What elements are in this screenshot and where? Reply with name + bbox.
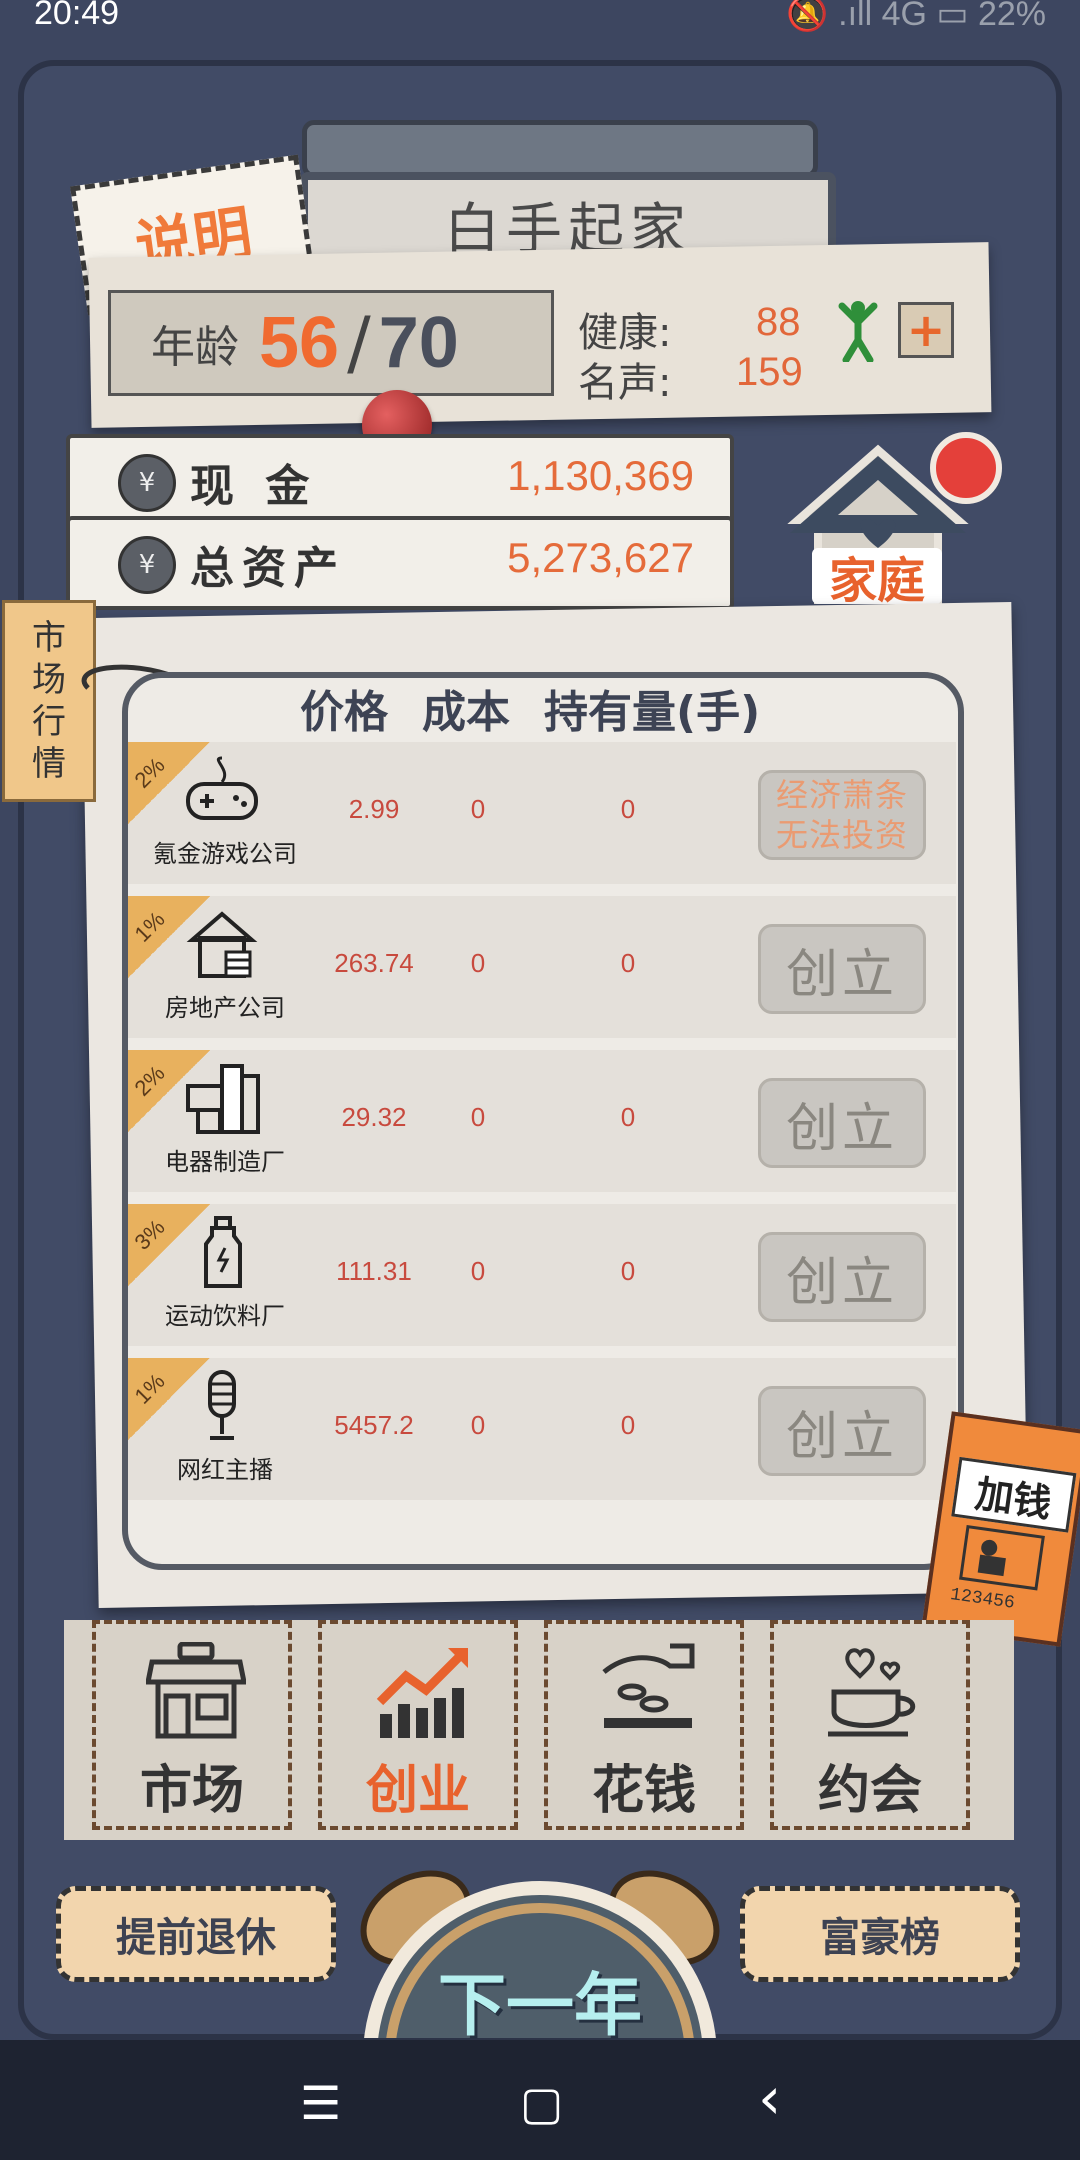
cost-value: 0: [470, 1256, 486, 1286]
age-value: 56: [259, 303, 340, 383]
ticket-number: 123456: [948, 1584, 1016, 1614]
header-price: 价格: [300, 687, 388, 738]
house-icon: [186, 911, 258, 978]
notification-dot: [930, 432, 1002, 504]
table-row: 1% 网红主播 5457.2 0 0 创立: [128, 1358, 956, 1500]
company-name: 电器制造厂: [165, 1148, 285, 1176]
fame-value: 159: [736, 350, 803, 394]
camera-icon: [959, 1524, 1045, 1591]
growth-chart-icon: [376, 1648, 468, 1738]
microphone-icon: [208, 1370, 236, 1440]
found-button[interactable]: 创立: [758, 1232, 926, 1322]
badge-text: 3%: [129, 1214, 170, 1255]
health-figure-icon: [838, 301, 878, 362]
age-max: 70: [378, 303, 459, 383]
price-value: 29.32: [341, 1102, 407, 1132]
table-header: 价格 成本 持有量(手): [300, 676, 820, 738]
tab-date[interactable]: 约会: [770, 1620, 970, 1830]
price-value: 111.31: [336, 1256, 412, 1286]
price-value: 263.74: [334, 948, 414, 978]
found-button[interactable]: 创立: [758, 924, 926, 1014]
title-hanger: [302, 120, 818, 178]
tab-spend-label: 花钱: [591, 1761, 696, 1821]
assets-label: 总资产: [190, 543, 346, 594]
cost-value: 0: [470, 1102, 486, 1132]
table-row: 3% 运动饮料厂 111.31 0 0 创立: [128, 1204, 956, 1346]
cost-value: 0: [470, 1410, 486, 1440]
badge-text: 2%: [129, 752, 170, 793]
status-time: 20:49: [34, 0, 120, 32]
disabled-line-1: 经济萧条: [775, 776, 908, 814]
add-money-label: 加钱: [951, 1456, 1077, 1533]
back-icon[interactable]: ‹: [758, 2064, 781, 2132]
holding-value: 0: [620, 1102, 636, 1132]
cash-value: 1,130,369: [507, 452, 694, 499]
gamepad-icon: [186, 756, 258, 820]
badge-text: 1%: [129, 906, 170, 947]
price-value: 5457.2: [334, 1410, 414, 1440]
status-icons: 🔕 .ıll 4G ▭ 22%: [786, 0, 1046, 33]
cost-value: 0: [470, 948, 486, 978]
company-name: 网红主播: [177, 1456, 273, 1484]
assets-card: ¥ 总资产 5,273,627: [66, 516, 734, 610]
appliance-icon: [186, 1064, 260, 1134]
company-name: 氪金游戏公司: [153, 840, 297, 868]
holding-value: 0: [620, 1410, 636, 1440]
found-button[interactable]: 创立: [758, 1078, 926, 1168]
table-row: 1% 房地产公司 263.74 0 0 创立: [128, 896, 956, 1038]
age-label: 年龄: [151, 322, 239, 373]
coin-icon: ¥: [118, 454, 176, 512]
invest-disabled-button[interactable]: 经济萧条 无法投资: [758, 770, 926, 860]
next-year-button[interactable]: 下一年: [410, 1950, 670, 2046]
rich-list-button[interactable]: 富豪榜: [740, 1886, 1020, 1982]
company-name: 运动饮料厂: [165, 1302, 285, 1330]
health-value: 88: [756, 300, 801, 344]
header-cost: 成本: [422, 687, 510, 738]
age-separator: /: [347, 302, 371, 384]
table-row: 2% 电器制造厂 29.32 0 0 创立: [128, 1050, 956, 1192]
home-icon[interactable]: ▢: [520, 2076, 563, 2130]
coin-stack-icon: ¥: [118, 536, 176, 594]
cost-value: 0: [470, 794, 486, 824]
table-row: 2% 氪金游戏公司 2.99 0 0 经济萧条 无法投资: [128, 742, 956, 884]
menu-icon[interactable]: ☰: [300, 2076, 341, 2130]
holding-value: 0: [620, 794, 636, 824]
early-retire-button[interactable]: 提前退休: [56, 1886, 336, 1982]
holding-value: 0: [620, 1256, 636, 1286]
cash-card: ¥ 现 金 1,130,369: [66, 434, 734, 528]
disabled-line-2: 无法投资: [775, 816, 908, 854]
cash-label: 现 金: [190, 461, 318, 512]
tab-market[interactable]: 市场: [92, 1620, 292, 1830]
assets-value: 5,273,627: [507, 534, 694, 581]
holding-value: 0: [620, 948, 636, 978]
tab-spend[interactable]: 花钱: [544, 1620, 744, 1830]
age-panel: 年龄 56 / 70: [108, 290, 554, 396]
badge-text: 2%: [129, 1060, 170, 1101]
header-holding: 持有量(手): [544, 687, 761, 738]
shop-icon: [146, 1642, 246, 1739]
badge-text: 1%: [129, 1368, 170, 1409]
status-bar: 20:49 🔕 .ıll 4G ▭ 22%: [0, 0, 1080, 34]
tab-startup[interactable]: 创业: [318, 1620, 518, 1830]
company-name: 房地产公司: [165, 994, 285, 1022]
bottle-icon: [204, 1216, 242, 1288]
family-label: 家庭: [812, 548, 942, 609]
tab-startup-label: 创业: [365, 1761, 470, 1821]
found-button[interactable]: 创立: [758, 1386, 926, 1476]
price-value: 2.99: [348, 794, 400, 824]
hand-coins-icon: [602, 1643, 695, 1728]
fame-label: 名声:: [578, 360, 672, 406]
coffee-cup-icon: [828, 1648, 916, 1737]
add-health-button[interactable]: +: [898, 302, 954, 358]
tab-date-label: 约会: [817, 1761, 922, 1821]
tab-market-label: 市场: [139, 1761, 244, 1821]
